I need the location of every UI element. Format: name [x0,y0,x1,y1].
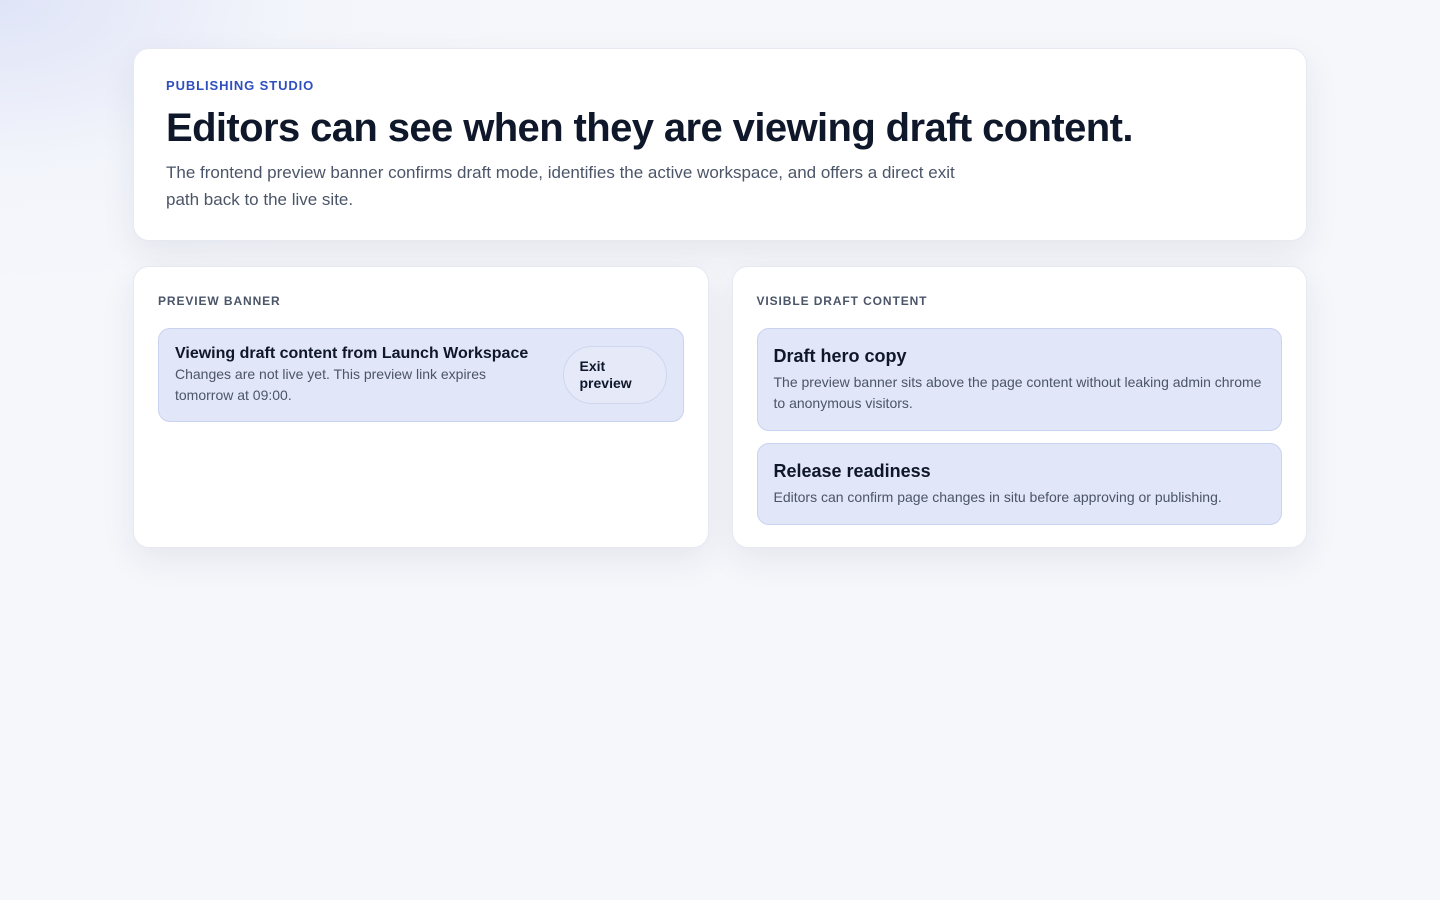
preview-banner-panel: PREVIEW BANNER Viewing draft content fro… [133,266,709,548]
panels-grid: PREVIEW BANNER Viewing draft content fro… [133,266,1307,548]
preview-banner: Viewing draft content from Launch Worksp… [158,328,684,422]
banner-subtitle: Changes are not live yet. This preview l… [175,366,487,403]
card-description: The preview banner sits above the page c… [773,374,1262,411]
draft-content-panel: VISIBLE DRAFT CONTENT Draft hero copy Th… [731,266,1307,548]
draft-card: Draft hero copy The preview banner sits … [756,328,1282,431]
panel-label: PREVIEW BANNER [158,294,281,308]
hero-description: The frontend preview banner confirms dra… [166,163,955,209]
page-title: Editors can see when they are viewing dr… [166,106,1133,150]
draft-card: Release readiness Editors can confirm pa… [756,443,1282,525]
panel-label: VISIBLE DRAFT CONTENT [756,294,928,308]
card-description: Editors can confirm page changes in situ… [773,489,1222,505]
card-title: Draft hero copy [773,346,907,366]
banner-text: Viewing draft content from Launch Worksp… [175,344,563,406]
hero-eyebrow: PUBLISHING STUDIO [166,78,315,93]
exit-preview-button[interactable]: Exit preview [562,346,667,404]
page-container: PUBLISHING STUDIO Editors can see when t… [133,48,1307,548]
hero-section: PUBLISHING STUDIO Editors can see when t… [133,48,1307,241]
card-title: Release readiness [773,461,931,481]
draft-cards: Draft hero copy The preview banner sits … [756,328,1282,525]
banner-title: Viewing draft content from Launch Worksp… [175,345,529,362]
